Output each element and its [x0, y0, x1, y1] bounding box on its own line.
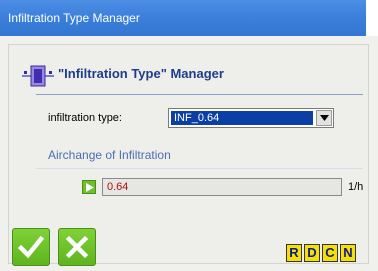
infiltration-type-select[interactable]: INF_0.64	[168, 108, 334, 128]
cancel-button[interactable]	[58, 228, 96, 266]
infiltration-type-value: INF_0.64	[171, 111, 313, 125]
title-bar-edge	[366, 0, 378, 36]
airchange-section-title: Airchange of Infiltration	[48, 148, 171, 162]
title-bar: Infiltration Type Manager	[0, 0, 366, 36]
manager-window-icon	[20, 62, 54, 90]
c-button[interactable]: C	[322, 244, 338, 262]
checkmark-icon	[18, 235, 44, 259]
play-arrow-icon	[86, 183, 94, 192]
infiltration-type-label: infiltration type:	[48, 112, 122, 124]
n-button[interactable]: N	[340, 244, 356, 262]
x-icon	[65, 235, 89, 259]
chevron-down-icon	[320, 115, 329, 121]
airchange-unit: 1/h	[348, 181, 364, 193]
window-title: Infiltration Type Manager	[8, 11, 140, 25]
header-divider	[36, 94, 363, 95]
manager-title: "Infiltration Type" Manager	[58, 66, 224, 81]
r-button[interactable]: R	[286, 244, 302, 262]
ok-button[interactable]	[12, 228, 50, 266]
dropdown-button[interactable]	[316, 110, 332, 126]
expand-button[interactable]	[82, 180, 96, 194]
airchange-value-field[interactable]: 0.64	[102, 178, 342, 196]
d-button[interactable]: D	[304, 244, 320, 262]
section-divider	[36, 168, 363, 169]
dialog-window: Infiltration Type Manager "Infiltration …	[0, 0, 378, 271]
